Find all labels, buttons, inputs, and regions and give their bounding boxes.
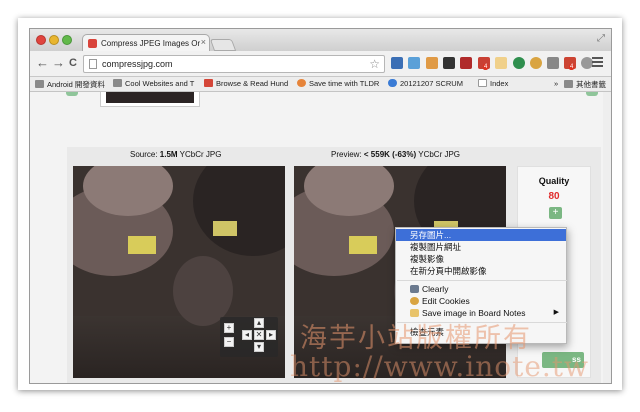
quality-increase-button[interactable]: + xyxy=(549,207,562,219)
tab-title: Compress JPEG Images Or xyxy=(101,39,201,48)
gmail-icon xyxy=(204,79,213,87)
menu-separator xyxy=(397,280,567,281)
previous-card-edge xyxy=(586,92,598,96)
chrome-menu-icon[interactable] xyxy=(592,57,603,69)
extension-mail-icon[interactable]: 4 xyxy=(564,57,576,70)
menu-item-edit-cookies[interactable]: Edit Cookies xyxy=(396,295,566,307)
cloud-icon xyxy=(388,79,397,87)
favicon-icon xyxy=(88,39,97,48)
page-scrollbar[interactable] xyxy=(603,92,611,383)
quality-value: 80 xyxy=(548,191,560,202)
previous-image-card[interactable] xyxy=(100,92,200,107)
folder-icon xyxy=(113,79,122,87)
scooter-wheel xyxy=(173,256,233,326)
back-button[interactable]: ← xyxy=(36,56,49,70)
tldr-icon xyxy=(297,79,306,87)
extension-pin-icon[interactable] xyxy=(391,57,403,69)
preview-label: Preview: < 559K (-63%) YCbCr JPG xyxy=(331,150,461,159)
extension-search-icon[interactable] xyxy=(513,57,525,69)
bookmark-item[interactable]: Browse & Read Hund xyxy=(204,79,288,88)
pan-down-button[interactable]: ▾ xyxy=(254,342,264,352)
zoom-out-button[interactable]: − xyxy=(224,337,234,347)
license-plate xyxy=(128,236,156,254)
browser-tab[interactable]: Compress JPEG Images Or × xyxy=(82,34,210,52)
menu-item-copy-image-url[interactable]: 複製圖片網址 xyxy=(396,241,566,253)
zoom-window-button[interactable] xyxy=(62,35,72,45)
page-icon xyxy=(478,79,487,87)
license-plate xyxy=(349,236,377,254)
folder-icon xyxy=(564,80,573,88)
pan-right-button[interactable]: ▸ xyxy=(266,330,276,340)
extension-cookie-icon[interactable] xyxy=(530,57,542,69)
extension-glasses-icon[interactable] xyxy=(443,57,455,69)
quality-label: Quality xyxy=(538,176,570,186)
menu-item-open-image-new-tab[interactable]: 在新分頁中開啟影像 xyxy=(396,265,566,277)
url-text: compressjpg.com xyxy=(102,59,173,69)
bookmark-item[interactable]: 20121207 SCRUM xyxy=(388,79,463,88)
extension-face-icon[interactable] xyxy=(495,57,507,69)
scooter-body xyxy=(193,166,285,256)
clearly-icon xyxy=(410,285,419,293)
menu-item-save-image[interactable]: 另存圖片... xyxy=(396,229,566,241)
bookmark-item[interactable]: Index xyxy=(478,79,508,88)
reset-zoom-button[interactable]: ✕ xyxy=(254,330,264,340)
watermark-url: http://www.inote.tw xyxy=(290,350,590,383)
bookmark-item[interactable]: Android 開發資料 xyxy=(35,79,105,90)
browser-toolbar: ← → C compressjpg.com ☆ 4 4 xyxy=(30,51,611,77)
bookmarks-bar: Android 開發資料 Cool Websites and T Browse … xyxy=(30,77,611,92)
extension-download-icon[interactable] xyxy=(547,57,559,69)
extension-translate-icon[interactable] xyxy=(408,57,420,69)
forward-button[interactable]: → xyxy=(52,56,65,70)
bookmarks-overflow-button[interactable]: » xyxy=(554,79,558,88)
reload-button[interactable]: C xyxy=(69,56,77,70)
extension-flag-icon[interactable] xyxy=(460,57,472,69)
bookmark-star-icon[interactable]: ☆ xyxy=(369,57,380,71)
source-label: Source: 1.5M YCbCr JPG xyxy=(130,150,222,159)
menu-item-clearly[interactable]: Clearly xyxy=(396,283,566,295)
bookmark-item[interactable]: Save time with TLDR xyxy=(297,79,379,88)
other-bookmarks[interactable]: 其他書籤 xyxy=(564,79,606,90)
bookmark-item[interactable]: Cool Websites and T xyxy=(113,79,194,88)
pan-left-button[interactable]: ◂ xyxy=(242,330,252,340)
submenu-arrow-icon: ▶ xyxy=(553,309,559,316)
zoom-in-button[interactable]: + xyxy=(224,323,234,333)
pan-up-button[interactable]: ▴ xyxy=(254,318,264,328)
source-image[interactable]: + − ▴ ◂ ✕ ▸ ▾ xyxy=(73,166,285,378)
close-window-button[interactable] xyxy=(36,35,46,45)
address-bar[interactable]: compressjpg.com ☆ xyxy=(83,55,385,73)
menu-item-copy-image[interactable]: 複製影像 xyxy=(396,253,566,265)
extension-abp-icon[interactable]: 4 xyxy=(478,57,490,70)
cookie-icon xyxy=(410,297,419,305)
title-bar: Compress JPEG Images Or × ⤢ xyxy=(30,29,611,52)
tab-close-icon[interactable]: × xyxy=(201,37,206,47)
extension-box-icon[interactable] xyxy=(426,57,438,69)
page-icon xyxy=(89,59,97,69)
zoom-control: + − ▴ ◂ ✕ ▸ ▾ xyxy=(220,317,278,357)
previous-card-edge xyxy=(66,92,78,96)
license-plate xyxy=(213,221,237,236)
minimize-window-button[interactable] xyxy=(49,35,59,45)
fullscreen-icon[interactable]: ⤢ xyxy=(597,33,605,44)
folder-icon xyxy=(35,80,44,88)
thumbnail-image xyxy=(106,92,194,103)
new-tab-button[interactable] xyxy=(209,39,237,51)
